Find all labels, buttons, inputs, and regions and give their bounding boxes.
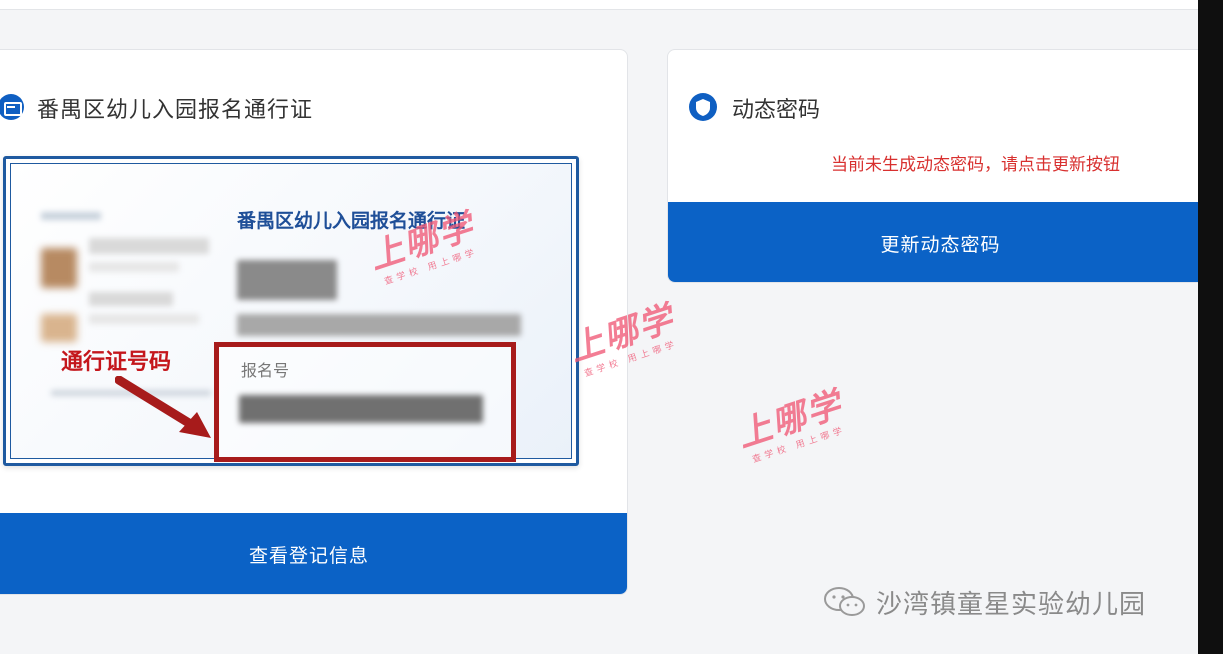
account-name: 沙湾镇童星实验幼儿园 [876, 589, 1147, 620]
view-registration-button[interactable]: 查看登记信息 [0, 513, 627, 594]
blurred-header [41, 212, 101, 220]
registration-number-box: 报名号 [214, 342, 516, 462]
pass-image: 番禺区幼儿入园报名通行证 通行证号码 报名号 [3, 156, 579, 466]
blurred-avatar [41, 248, 77, 288]
blurred-name [237, 260, 337, 300]
registration-number-label: 报名号 [241, 361, 290, 380]
blurred-text [89, 262, 179, 272]
blurred-text [89, 314, 199, 324]
pass-card: 番禺区幼儿入园报名通行证 番禺区幼儿入园报名通行证 通行证号码 报名号 查看登记… [0, 49, 628, 595]
arrow-icon [115, 376, 211, 438]
blurred-text [89, 238, 209, 254]
password-status-message: 当前未生成动态密码，请点击更新按钮 [831, 155, 1120, 175]
annotation-label: 通行证号码 [61, 350, 172, 375]
dynamic-password-card: 动态密码 当前未生成动态密码，请点击更新按钮 更新动态密码 [667, 49, 1212, 283]
blurred-id [237, 314, 521, 336]
wechat-icon [824, 587, 865, 616]
pass-card-title: 番禺区幼儿入园报名通行证 [37, 98, 314, 123]
dynamic-password-title: 动态密码 [732, 98, 821, 123]
pass-image-frame: 番禺区幼儿入园报名通行证 通行证号码 报名号 [10, 163, 572, 462]
blurred-text [89, 292, 173, 306]
account-watermark: 沙湾镇童星实验幼儿园 [822, 584, 1146, 620]
refresh-password-button[interactable]: 更新动态密码 [668, 202, 1211, 282]
id-card-icon [0, 94, 24, 120]
blurred-registration-number [239, 395, 483, 423]
brand-watermark: 上哪学 查学校 用上哪学 [730, 377, 851, 467]
blurred-avatar [41, 314, 77, 342]
screen-edge [1198, 0, 1223, 654]
shield-icon [689, 93, 717, 121]
top-bar [0, 0, 1198, 10]
